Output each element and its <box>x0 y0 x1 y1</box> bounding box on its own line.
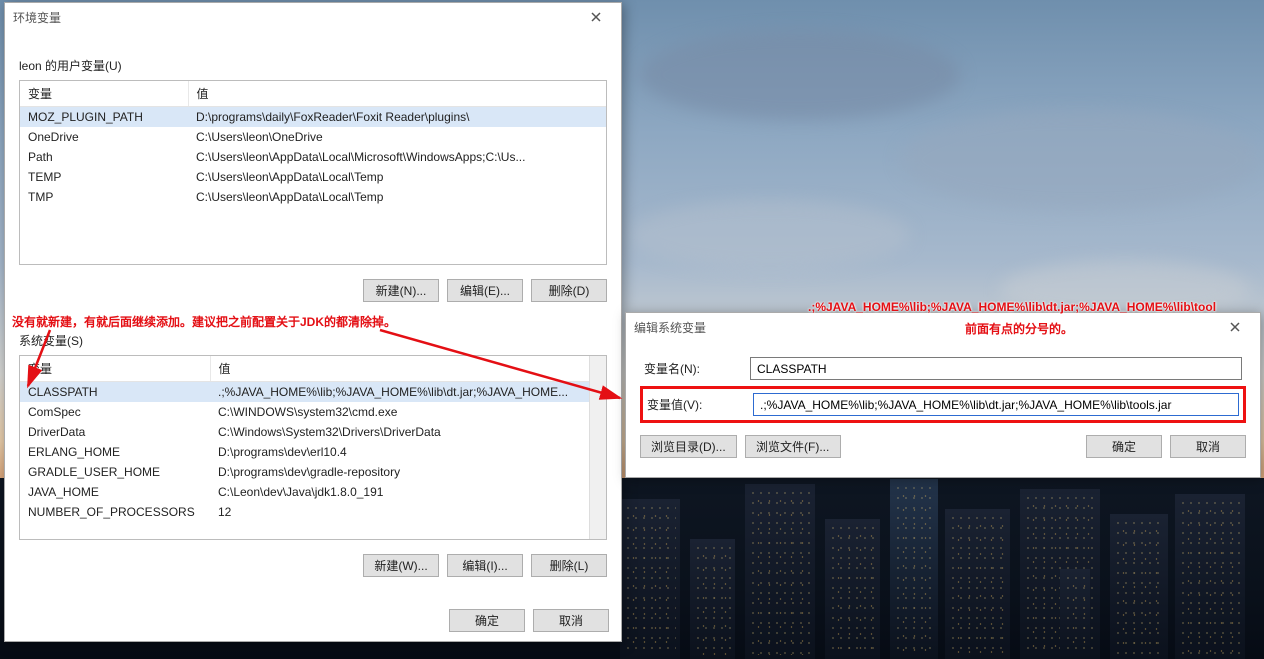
sys-edit-button[interactable]: 编辑(I)... <box>447 554 523 577</box>
table-row[interactable]: CLASSPATH.;%JAVA_HOME%\lib;%JAVA_HOME%\l… <box>20 382 606 403</box>
var-name-cell: OneDrive <box>20 127 188 147</box>
var-value-label: 变量值(V): <box>647 396 743 413</box>
table-row[interactable]: ERLANG_HOMED:\programs\dev\erl10.4 <box>20 442 606 462</box>
edit-ok-button[interactable]: 确定 <box>1086 435 1162 458</box>
col-variable[interactable]: 变量 <box>20 81 188 107</box>
var-name-cell: NUMBER_OF_PROCESSORS <box>20 502 210 522</box>
table-row[interactable]: GRADLE_USER_HOMED:\programs\dev\gradle-r… <box>20 462 606 482</box>
env-titlebar[interactable]: 环境变量 <box>5 3 621 31</box>
env-title: 环境变量 <box>13 9 61 26</box>
table-row[interactable]: DriverDataC:\Windows\System32\Drivers\Dr… <box>20 422 606 442</box>
col-value[interactable]: 值 <box>210 356 606 382</box>
col-variable[interactable]: 变量 <box>20 356 210 382</box>
table-row[interactable]: PathC:\Users\leon\AppData\Local\Microsof… <box>20 147 606 167</box>
close-icon[interactable] <box>1218 316 1252 338</box>
var-name-cell: TMP <box>20 187 188 207</box>
var-value-cell: 12 <box>210 502 606 522</box>
edit-title: 编辑系统变量 <box>634 319 706 336</box>
annotation-right-top: .;%JAVA_HOME%\lib;%JAVA_HOME%\lib\dt.jar… <box>808 300 1216 314</box>
var-value-cell: .;%JAVA_HOME%\lib;%JAVA_HOME%\lib\dt.jar… <box>210 382 606 403</box>
var-name-cell: ComSpec <box>20 402 210 422</box>
sys-new-button[interactable]: 新建(W)... <box>363 554 439 577</box>
var-value-cell: C:\Users\leon\AppData\Local\Microsoft\Wi… <box>188 147 606 167</box>
var-name-cell: Path <box>20 147 188 167</box>
var-value-input[interactable] <box>753 393 1239 416</box>
user-vars-label: leon 的用户变量(U) <box>5 57 621 74</box>
close-icon[interactable] <box>579 6 613 28</box>
var-name-cell: MOZ_PLUGIN_PATH <box>20 107 188 128</box>
edit-titlebar[interactable]: 编辑系统变量 <box>626 313 1260 341</box>
var-name-cell: DriverData <box>20 422 210 442</box>
scrollbar[interactable] <box>589 356 606 539</box>
table-row[interactable]: OneDriveC:\Users\leon\OneDrive <box>20 127 606 147</box>
edit-cancel-button[interactable]: 取消 <box>1170 435 1246 458</box>
var-name-cell: JAVA_HOME <box>20 482 210 502</box>
table-row[interactable]: MOZ_PLUGIN_PATHD:\programs\daily\FoxRead… <box>20 107 606 128</box>
env-ok-button[interactable]: 确定 <box>449 609 525 632</box>
system-vars-label: 系统变量(S) <box>5 332 621 349</box>
user-new-button[interactable]: 新建(N)... <box>363 279 439 302</box>
browse-dir-button[interactable]: 浏览目录(D)... <box>640 435 737 458</box>
system-vars-table[interactable]: 变量 值 CLASSPATH.;%JAVA_HOME%\lib;%JAVA_HO… <box>19 355 607 540</box>
var-value-cell: C:\Users\leon\AppData\Local\Temp <box>188 187 606 207</box>
env-cancel-button[interactable]: 取消 <box>533 609 609 632</box>
table-row[interactable]: TEMPC:\Users\leon\AppData\Local\Temp <box>20 167 606 187</box>
value-highlight-box: 变量值(V): <box>640 386 1246 423</box>
browse-file-button[interactable]: 浏览文件(F)... <box>745 435 841 458</box>
table-row[interactable]: JAVA_HOMEC:\Leon\dev\Java\jdk1.8.0_191 <box>20 482 606 502</box>
var-name-cell: GRADLE_USER_HOME <box>20 462 210 482</box>
var-name-label: 变量名(N): <box>644 360 740 377</box>
var-value-cell: D:\programs\dev\erl10.4 <box>210 442 606 462</box>
user-edit-button[interactable]: 编辑(E)... <box>447 279 523 302</box>
var-value-cell: D:\programs\dev\gradle-repository <box>210 462 606 482</box>
table-row[interactable]: TMPC:\Users\leon\AppData\Local\Temp <box>20 187 606 207</box>
user-delete-button[interactable]: 删除(D) <box>531 279 607 302</box>
var-name-cell: TEMP <box>20 167 188 187</box>
var-value-cell: D:\programs\daily\FoxReader\Foxit Reader… <box>188 107 606 128</box>
var-name-input[interactable] <box>750 357 1242 380</box>
user-vars-table[interactable]: 变量 值 MOZ_PLUGIN_PATHD:\programs\daily\Fo… <box>19 80 607 265</box>
var-value-cell: C:\Users\leon\OneDrive <box>188 127 606 147</box>
var-value-cell: C:\Windows\System32\Drivers\DriverData <box>210 422 606 442</box>
var-value-cell: C:\Users\leon\AppData\Local\Temp <box>188 167 606 187</box>
table-row[interactable]: NUMBER_OF_PROCESSORS12 <box>20 502 606 522</box>
edit-system-variable-dialog: 编辑系统变量 变量名(N): 变量值(V): 浏览目录(D)... 浏览文件(F… <box>625 312 1261 478</box>
var-value-cell: C:\WINDOWS\system32\cmd.exe <box>210 402 606 422</box>
col-value[interactable]: 值 <box>188 81 606 107</box>
annotation-left: 没有就新建，有就后面继续添加。建议把之前配置关于JDK的都清除掉。 <box>12 313 396 330</box>
var-name-cell: CLASSPATH <box>20 382 210 403</box>
var-name-cell: ERLANG_HOME <box>20 442 210 462</box>
table-row[interactable]: ComSpecC:\WINDOWS\system32\cmd.exe <box>20 402 606 422</box>
annotation-right-sub: 前面有点的分号的。 <box>965 320 1073 337</box>
var-value-cell: C:\Leon\dev\Java\jdk1.8.0_191 <box>210 482 606 502</box>
sys-delete-button[interactable]: 删除(L) <box>531 554 607 577</box>
